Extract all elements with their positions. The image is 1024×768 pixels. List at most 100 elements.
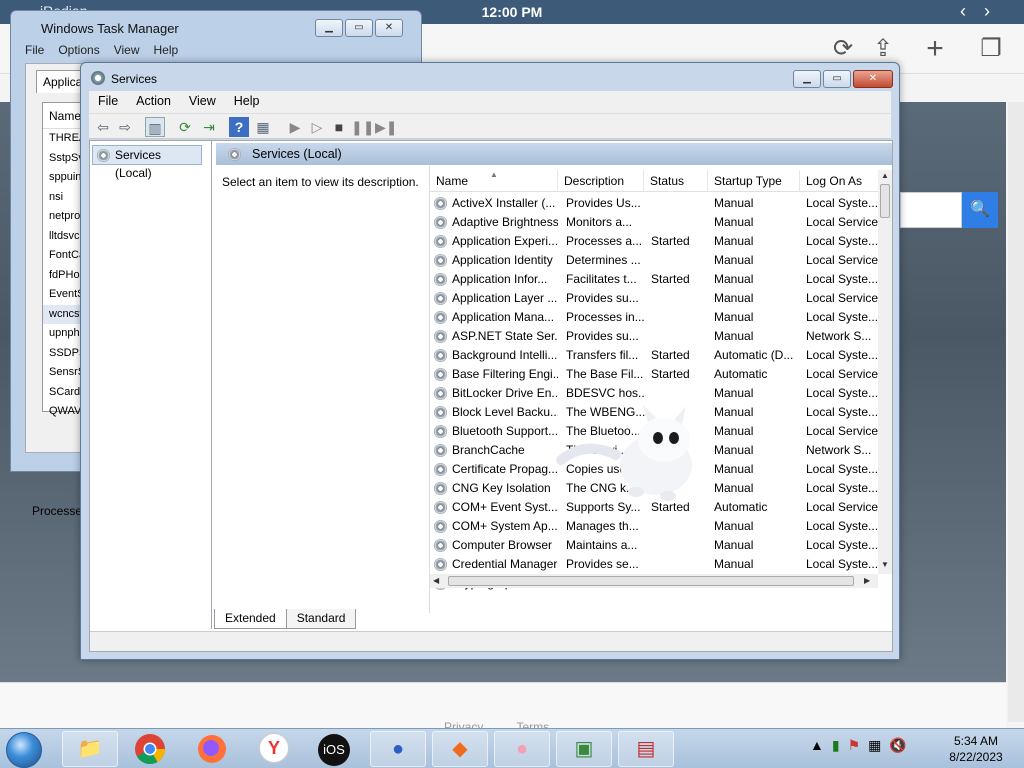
menu-action[interactable]: Action: [127, 91, 180, 113]
tab-standard[interactable]: Standard: [285, 609, 357, 629]
table-row[interactable]: Application Layer ... Provides su... Manua…: [430, 289, 878, 308]
horizontal-scroll-thumb[interactable]: [448, 576, 854, 586]
scroll-down-icon[interactable]: ▼: [881, 560, 889, 569]
show-hide-tree-icon[interactable]: ▥: [145, 117, 165, 137]
share-icon[interactable]: ⇪: [868, 34, 898, 64]
clock-time[interactable]: 5:34 AM: [946, 734, 1006, 748]
tree-item-services-local[interactable]: Services (Local): [92, 145, 202, 180]
status-bar: [90, 631, 892, 651]
cell-desc: Processes in...: [566, 310, 645, 324]
flag-icon[interactable]: ⚑: [848, 737, 861, 754]
pause-service-icon[interactable]: ❚❚: [351, 117, 374, 137]
show-hidden-icons-icon[interactable]: ▲: [810, 737, 824, 754]
table-row[interactable]: Application Experi... Processes a... Start…: [430, 232, 878, 251]
stop-service-icon[interactable]: ■: [329, 117, 349, 137]
table-row[interactable]: COM+ System Ap... Manages th... Manual Loca…: [430, 517, 878, 536]
menu-options[interactable]: Options: [58, 43, 99, 57]
table-row[interactable]: Application Identity Determines ... Manual…: [430, 251, 878, 270]
maximize-button[interactable]: ▭: [345, 19, 373, 37]
volume-muted-icon[interactable]: 🔇: [889, 737, 906, 754]
new-tab-icon[interactable]: +: [920, 34, 950, 64]
maximize-button[interactable]: ▭: [823, 70, 851, 88]
menu-view[interactable]: View: [114, 43, 140, 57]
scroll-up-icon[interactable]: ▲: [881, 171, 889, 180]
properties-icon[interactable]: ▦: [253, 117, 273, 137]
taskbar-piglet[interactable]: ●: [494, 731, 550, 767]
services-list[interactable]: Name ▲ Description Status Startup Type L…: [429, 166, 892, 613]
forward-chevron-icon[interactable]: ›: [984, 1, 990, 22]
table-row[interactable]: Credential Manager Provides se... Manual Lo…: [430, 555, 878, 574]
scroll-left-icon[interactable]: ◀: [433, 576, 439, 585]
piglet-icon: ●: [515, 738, 529, 760]
cell-desc: Provides su...: [566, 291, 639, 305]
tab-extended[interactable]: Extended: [214, 609, 287, 629]
service-gear-icon: [434, 501, 447, 514]
taskbar-explorer[interactable]: 📁: [62, 731, 118, 767]
table-row[interactable]: Computer Browser Maintains a... Manual Loca…: [430, 536, 878, 555]
table-row[interactable]: Application Infor... Facilitates t... Star…: [430, 270, 878, 289]
details-header: Services (Local): [216, 143, 892, 165]
column-header-description[interactable]: Description: [558, 170, 644, 192]
cell-startup: Manual: [714, 443, 754, 457]
cell-logon: Local Syste...: [806, 272, 878, 286]
cell-startup: Manual: [714, 196, 754, 210]
column-header-log-on-as[interactable]: Log On As: [800, 170, 880, 192]
network-icon[interactable]: ▦: [868, 737, 881, 754]
refresh-icon[interactable]: ⟳: [175, 117, 195, 137]
title-bar[interactable]: Services ▁ ▭ ✕: [81, 63, 899, 91]
horizontal-scrollbar[interactable]: ◀ ▶: [430, 574, 878, 588]
table-row[interactable]: Base Filtering Engi... The Base Fil... Sta…: [430, 365, 878, 384]
menu-file[interactable]: File: [25, 43, 44, 57]
table-row[interactable]: Application Mana... Processes in... Manual…: [430, 308, 878, 327]
table-row[interactable]: ActiveX Installer (... Provides Us... Manu…: [430, 194, 878, 213]
minimize-button[interactable]: ▁: [793, 70, 821, 88]
taskbar-monitor[interactable]: ▣: [556, 731, 612, 767]
taskbar-chrome[interactable]: [122, 731, 178, 767]
minimize-button[interactable]: ▁: [315, 19, 343, 37]
services-window[interactable]: Services ▁ ▭ ✕ File Action View Help ⇦ ⇨…: [80, 62, 900, 660]
taskbar-nemo[interactable]: ◆: [432, 731, 488, 767]
firefox-icon: [198, 735, 226, 763]
column-header-name[interactable]: Name ▲: [430, 170, 558, 192]
start-button[interactable]: [6, 732, 42, 768]
back-chevron-icon[interactable]: ‹: [960, 1, 966, 22]
cell-name: Credential Manager: [452, 557, 558, 571]
back-arrow-icon[interactable]: ⇦: [93, 117, 113, 137]
reload-icon[interactable]: ⟳: [828, 34, 858, 64]
network-status-icon[interactable]: ▮: [832, 737, 840, 754]
clock-date[interactable]: 8/22/2023: [946, 750, 1006, 764]
vertical-scrollbar[interactable]: ▲ ▼: [878, 170, 892, 574]
web-search-input[interactable]: [900, 192, 962, 228]
search-icon[interactable]: 🔍: [962, 192, 998, 228]
menu-help[interactable]: Help: [225, 91, 269, 113]
export-list-icon[interactable]: ⇥: [199, 117, 219, 137]
taskbar-ios[interactable]: iOS: [306, 731, 362, 767]
web-scrollbar[interactable]: [1008, 102, 1024, 722]
table-row[interactable]: Adaptive Brightness Monitors a... Manual Lo…: [430, 213, 878, 232]
menu-file[interactable]: File: [89, 91, 127, 113]
close-button[interactable]: ✕: [375, 19, 403, 37]
start-service-icon[interactable]: ▶: [285, 117, 305, 137]
table-row[interactable]: ASP.NET State Ser... Provides su... Manual…: [430, 327, 878, 346]
help-icon[interactable]: ?: [229, 117, 249, 137]
taskbar-toolbox[interactable]: ▤: [618, 731, 674, 767]
service-gear-icon: [434, 254, 447, 267]
toolbox-icon: ▤: [636, 738, 656, 760]
taskbar-yandex[interactable]: Y: [246, 731, 302, 767]
tabs-icon[interactable]: ❐: [976, 34, 1006, 64]
close-button[interactable]: ✕: [853, 70, 893, 88]
taskbar-firefox[interactable]: [184, 731, 240, 767]
scroll-right-icon[interactable]: ▶: [864, 576, 870, 585]
vertical-scroll-thumb[interactable]: [880, 184, 890, 218]
start-service-alt-icon[interactable]: ▷: [307, 117, 327, 137]
cell-name: Application Experi...: [452, 234, 558, 248]
column-header-startup-type[interactable]: Startup Type: [708, 170, 800, 192]
menu-help[interactable]: Help: [154, 43, 179, 57]
menu-view[interactable]: View: [180, 91, 225, 113]
desktop-cat-mascot: [556, 404, 692, 501]
column-header-status[interactable]: Status: [644, 170, 708, 192]
forward-arrow-icon[interactable]: ⇨: [115, 117, 135, 137]
table-row[interactable]: Background Intelli... Transfers fil... Sta…: [430, 346, 878, 365]
taskbar-stitch[interactable]: ●: [370, 731, 426, 767]
restart-service-icon[interactable]: ▶❚: [375, 117, 398, 137]
